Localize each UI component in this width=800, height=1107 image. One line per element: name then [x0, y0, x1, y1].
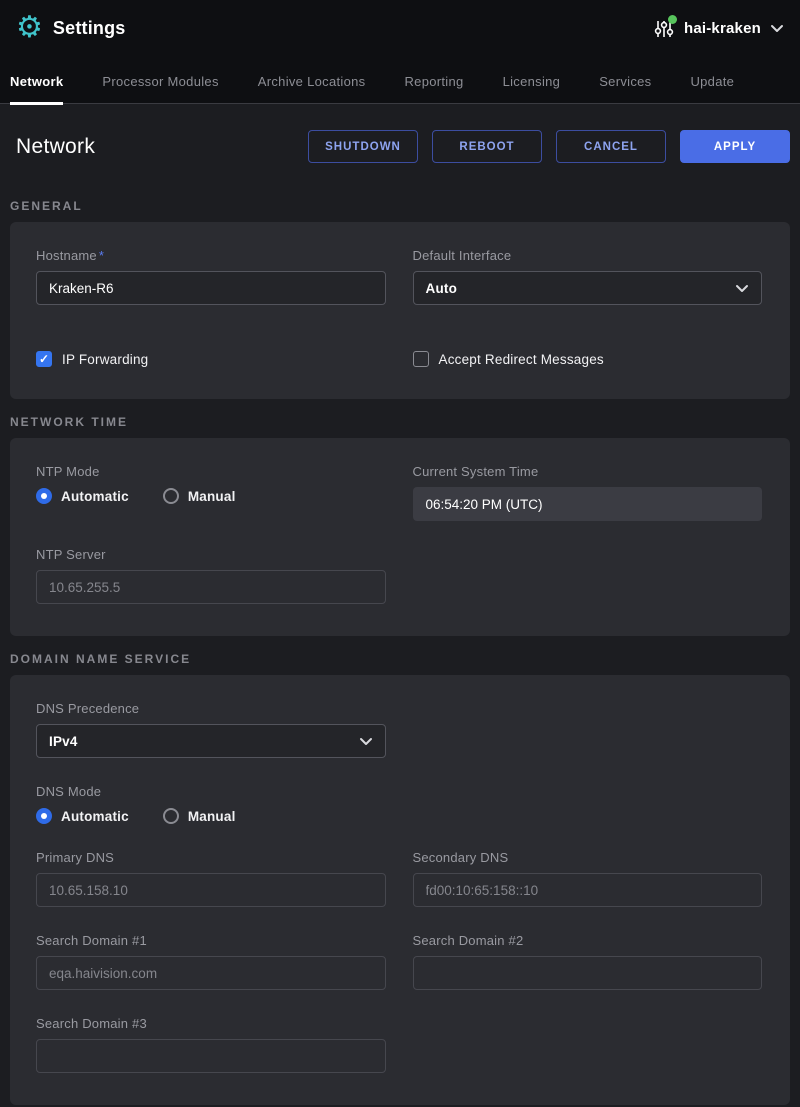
radio-icon — [163, 488, 179, 504]
search-domain-3-input[interactable] — [36, 1039, 386, 1073]
dns-mode-automatic-label: Automatic — [61, 809, 129, 824]
ntp-mode-manual-radio[interactable]: Manual — [163, 488, 236, 504]
dns-precedence-select[interactable]: IPv4 — [36, 724, 386, 758]
hostname-label: Hostname* — [36, 248, 386, 263]
dns-mode-label: DNS Mode — [36, 784, 762, 799]
network-time-card: NTP Mode Automatic Manual Current System… — [10, 438, 790, 636]
ntp-server-field: NTP Server — [36, 547, 386, 604]
ntp-mode-automatic-radio[interactable]: Automatic — [36, 488, 129, 504]
default-interface-value: Auto — [426, 281, 458, 296]
page-title: Network — [16, 135, 95, 159]
search-domain-2-label: Search Domain #2 — [413, 933, 763, 948]
dns-mode-manual-radio[interactable]: Manual — [163, 808, 236, 824]
brand: ⚙ Settings — [16, 14, 126, 44]
search-domain-1-input[interactable] — [36, 956, 386, 990]
current-system-time-value: 06:54:20 PM (UTC) — [413, 487, 763, 521]
user-menu[interactable]: hai-kraken — [653, 18, 784, 40]
chevron-down-icon — [359, 737, 373, 746]
dns-mode-manual-label: Manual — [188, 809, 236, 824]
dns-mode-radio-group: Automatic Manual — [36, 808, 762, 824]
accept-redirect-label: Accept Redirect Messages — [439, 352, 604, 367]
ntp-mode-manual-label: Manual — [188, 489, 236, 504]
section-dns-title: DOMAIN NAME SERVICE — [0, 636, 800, 675]
dns-mode-field: DNS Mode Automatic Manual — [36, 784, 762, 824]
search-domain-1-label: Search Domain #1 — [36, 933, 386, 948]
hostname-input[interactable] — [36, 271, 386, 305]
tab-reporting[interactable]: Reporting — [404, 64, 463, 103]
radio-icon — [36, 808, 52, 824]
search-domain-1-field: Search Domain #1 — [36, 933, 386, 990]
primary-dns-label: Primary DNS — [36, 850, 386, 865]
dns-precedence-value: IPv4 — [49, 734, 78, 749]
shutdown-button[interactable]: SHUTDOWN — [308, 130, 418, 163]
tab-update[interactable]: Update — [690, 64, 734, 103]
default-interface-field: Default Interface Auto — [413, 248, 763, 305]
current-system-time-field: Current System Time 06:54:20 PM (UTC) — [413, 464, 763, 521]
apply-button[interactable]: APPLY — [680, 130, 790, 163]
ntp-server-input[interactable] — [36, 570, 386, 604]
search-domain-3-label: Search Domain #3 — [36, 1016, 386, 1031]
search-domain-2-field: Search Domain #2 — [413, 933, 763, 990]
primary-dns-input[interactable] — [36, 873, 386, 907]
radio-icon — [163, 808, 179, 824]
tab-processor-modules[interactable]: Processor Modules — [102, 64, 218, 103]
app-title: Settings — [53, 18, 126, 39]
secondary-dns-field: Secondary DNS — [413, 850, 763, 907]
accept-redirect-checkbox[interactable]: Accept Redirect Messages — [413, 351, 763, 367]
online-status-dot — [668, 15, 677, 24]
search-domain-2-input[interactable] — [413, 956, 763, 990]
checkbox-icon — [36, 351, 52, 367]
page-header: Network SHUTDOWN REBOOT CANCEL APPLY — [0, 104, 800, 183]
general-card: Hostname* Default Interface Auto IP Forw… — [10, 222, 790, 399]
section-network-time-title: NETWORK TIME — [0, 399, 800, 438]
gear-icon: ⚙ — [16, 13, 43, 43]
tab-network[interactable]: Network — [10, 64, 63, 103]
app-header: ⚙ Settings hai-kraken — [0, 0, 800, 57]
cancel-button[interactable]: CANCEL — [556, 130, 666, 163]
dns-card: DNS Precedence IPv4 DNS Mode Automatic M… — [10, 675, 790, 1105]
ntp-mode-label: NTP Mode — [36, 464, 386, 479]
default-interface-label: Default Interface — [413, 248, 763, 263]
tab-services[interactable]: Services — [599, 64, 651, 103]
main-content: Network SHUTDOWN REBOOT CANCEL APPLY GEN… — [0, 104, 800, 1107]
settings-tab-bar: Network Processor Modules Archive Locati… — [0, 57, 800, 104]
ntp-mode-radio-group: Automatic Manual — [36, 488, 386, 504]
sliders-icon — [653, 18, 675, 40]
ntp-mode-automatic-label: Automatic — [61, 489, 129, 504]
tab-licensing[interactable]: Licensing — [503, 64, 561, 103]
section-general-title: GENERAL — [0, 183, 800, 222]
dns-precedence-label: DNS Precedence — [36, 701, 386, 716]
ntp-mode-field: NTP Mode Automatic Manual — [36, 464, 386, 521]
default-interface-select[interactable]: Auto — [413, 271, 763, 305]
search-domain-3-field: Search Domain #3 — [36, 1016, 386, 1073]
required-asterisk: * — [99, 248, 104, 263]
current-system-time-label: Current System Time — [413, 464, 763, 479]
dns-precedence-field: DNS Precedence IPv4 — [36, 701, 386, 758]
hostname-field: Hostname* — [36, 248, 386, 305]
secondary-dns-label: Secondary DNS — [413, 850, 763, 865]
primary-dns-field: Primary DNS — [36, 850, 386, 907]
checkbox-icon — [413, 351, 429, 367]
dns-mode-automatic-radio[interactable]: Automatic — [36, 808, 129, 824]
ip-forwarding-label: IP Forwarding — [62, 352, 148, 367]
username: hai-kraken — [684, 20, 761, 37]
radio-icon — [36, 488, 52, 504]
chevron-down-icon — [735, 284, 749, 293]
ntp-server-label: NTP Server — [36, 547, 386, 562]
tab-archive-locations[interactable]: Archive Locations — [258, 64, 366, 103]
reboot-button[interactable]: REBOOT — [432, 130, 542, 163]
chevron-down-icon — [770, 24, 784, 33]
secondary-dns-input[interactable] — [413, 873, 763, 907]
action-buttons: SHUTDOWN REBOOT CANCEL APPLY — [308, 130, 790, 163]
ip-forwarding-checkbox[interactable]: IP Forwarding — [36, 351, 386, 367]
